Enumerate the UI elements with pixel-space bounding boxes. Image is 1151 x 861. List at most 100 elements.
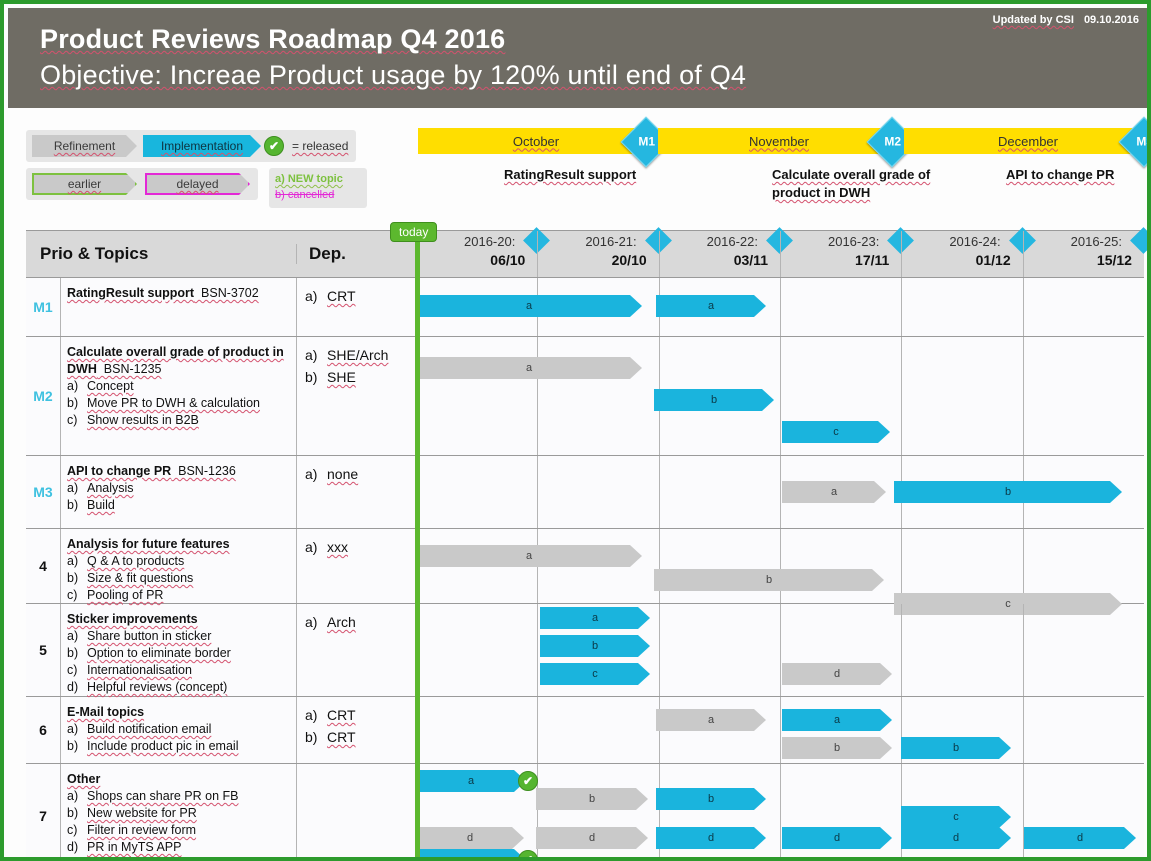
topic-item-letter: a) — [67, 722, 79, 736]
topic-item-letter: a) — [67, 629, 79, 643]
gantt-bar[interactable]: b — [654, 569, 884, 591]
topic-item-text: Pooling of PR — [87, 588, 164, 602]
row-dependencies: a) CRT — [296, 278, 416, 336]
topic-item-letter: c) — [67, 413, 78, 427]
topic-bsn: BSN-1236 — [171, 464, 236, 478]
dependency-text: SHE — [327, 369, 356, 385]
gantt-bar[interactable]: d — [416, 827, 524, 849]
dependency-letter: a) — [305, 466, 318, 482]
gantt-bar-wrap: b — [894, 481, 1122, 503]
gantt-bar[interactable]: a — [782, 481, 886, 503]
gantt-bar-wrap: b — [536, 788, 648, 810]
topic-item-letter: d) — [67, 840, 79, 854]
gantt-bar[interactable]: a — [656, 295, 766, 317]
gantt-bar[interactable]: e — [416, 849, 526, 861]
sprint-id: 2016-23: — [827, 234, 880, 249]
sprint-diamond-icon — [1130, 227, 1147, 254]
gantt-bar[interactable]: b — [654, 389, 774, 411]
topic-item-text: Shops can share PR on FB — [87, 789, 239, 803]
month-label: December — [998, 133, 1058, 149]
topic-item-text: Build notification email — [87, 722, 212, 736]
gantt-bar[interactable]: d — [536, 827, 648, 849]
topic-bsn: BSN-1235 — [96, 362, 162, 376]
gantt-bar-wrap: b — [654, 389, 774, 411]
row-gantt-grid: aabb — [416, 697, 1144, 763]
dependency-letter: a) — [305, 707, 318, 723]
topic-item-letter: a) — [67, 481, 79, 495]
row-topics: Analysis for future features a) Q & A to p… — [60, 529, 296, 603]
legend-cancelled-label: b) cancelled — [275, 189, 335, 201]
table-row: 6 E-Mail topics a) Build notification email… — [26, 697, 1144, 764]
row-dependencies: a) xxx — [296, 529, 416, 603]
released-check-icon: ✔ — [264, 136, 284, 156]
topic-item: c) Show results in B2B — [67, 412, 288, 429]
month-goal-3: API to change PR — [1006, 167, 1115, 182]
topic-item: c) Pooling of PR — [67, 587, 288, 604]
gantt-bar[interactable]: a — [416, 357, 642, 379]
legend-refinement-label: Refinement — [53, 139, 116, 153]
dependency-letter: b) — [305, 729, 318, 745]
gantt-bar-wrap: b — [656, 788, 766, 810]
topic-title: API to change PR BSN-1236 — [67, 464, 236, 478]
topic-item: a) Analysis — [67, 480, 288, 497]
gantt-bar-wrap: d — [656, 827, 766, 849]
gantt-bar[interactable]: d — [1024, 827, 1136, 849]
gantt-bar-wrap: d — [901, 827, 1011, 849]
gantt-bar[interactable]: a — [540, 607, 650, 629]
gantt-bar[interactable]: a — [416, 770, 526, 792]
month-goal-2: Calculate overall grade of product in DW… — [772, 167, 931, 200]
table-body: M1 RatingResult support BSN-3702 a) CRT a a M2… — [26, 278, 1144, 861]
gantt-bar[interactable]: d — [782, 827, 892, 849]
sprint-header-2016-24: 2016-24: 01/12 — [901, 227, 1036, 277]
dependency-item: b) CRT — [305, 726, 408, 748]
row-dependencies: a) none — [296, 456, 416, 528]
gantt-bar[interactable]: b — [656, 788, 766, 810]
gantt-bar-wrap: a — [782, 709, 892, 731]
topic-item-letter: b) — [67, 739, 79, 753]
row-priority: 7 — [39, 808, 47, 824]
gantt-bar[interactable]: d — [782, 663, 892, 685]
gantt-bar[interactable]: d — [656, 827, 766, 849]
gantt-bar[interactable]: c — [901, 806, 1011, 828]
gantt-bar[interactable]: b — [901, 737, 1011, 759]
topic-item: b) Option to eliminate border — [67, 645, 288, 662]
topic-item: a) Build notification email — [67, 721, 288, 738]
gantt-bar-wrap: d — [782, 663, 892, 685]
topic-item-letter: b) — [67, 498, 79, 512]
gantt-bar[interactable]: c — [540, 663, 650, 685]
table-header-row: Prio & Topics Dep. 2016-20: 06/10 2016-21:… — [26, 227, 1147, 278]
gantt-bar[interactable]: b — [782, 737, 892, 759]
legend-topic-notes: a) NEW topic b) cancelled — [269, 168, 367, 208]
sprint-date: 15/12 — [1096, 252, 1132, 268]
row-topics: Other a) Shops can share PR on FB b) New web… — [60, 764, 296, 857]
gantt-bar[interactable]: a — [782, 709, 892, 731]
topic-item: b) Size & fit questions — [67, 570, 288, 587]
sprint-date: 03/11 — [733, 252, 768, 268]
dependency-text: Arch — [327, 614, 356, 630]
topic-title: RatingResult support BSN-3702 — [67, 286, 259, 300]
gantt-bars: abc — [416, 337, 1144, 455]
row-priority: M3 — [33, 484, 53, 500]
topic-item-text: Move PR to DWH & calculation — [87, 396, 260, 410]
gantt-bar[interactable]: a — [656, 709, 766, 731]
topic-item-text: Analysis — [87, 481, 134, 495]
topic-item-letter: a) — [67, 379, 79, 393]
gantt-bar[interactable]: d — [901, 827, 1011, 849]
gantt-bar[interactable]: a — [416, 545, 642, 567]
month-label: October — [512, 133, 560, 149]
row-dependencies: a) CRT b) CRT — [296, 697, 416, 763]
topic-title: E-Mail topics — [67, 705, 145, 719]
gantt-bar[interactable]: b — [894, 481, 1122, 503]
dependency-text: CRT — [327, 707, 356, 723]
dependency-item: a) none — [305, 463, 408, 485]
gantt-bar[interactable]: c — [782, 421, 890, 443]
gantt-bar-wrap: d — [782, 827, 892, 849]
gantt-bar[interactable]: a — [416, 295, 642, 317]
gantt-bar[interactable]: b — [536, 788, 648, 810]
row-dependencies — [296, 764, 416, 857]
row-topics: Sticker improvements a) Share button in st… — [60, 604, 296, 696]
gantt-bars: abc — [416, 529, 1144, 603]
dependency-letter: a) — [305, 614, 318, 630]
row-dependencies: a) SHE/Arch b) SHE — [296, 337, 416, 455]
gantt-bar[interactable]: b — [540, 635, 650, 657]
